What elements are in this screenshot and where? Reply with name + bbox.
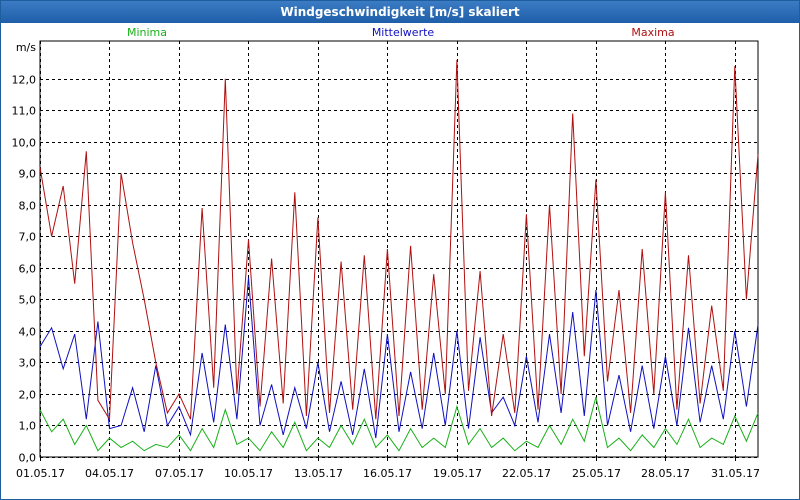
x-tick-label: 07.05.17 (155, 467, 204, 480)
x-tick-label: 28.05.17 (641, 467, 690, 480)
y-tick-label: 1,0 (19, 420, 37, 433)
y-tick-label: 10,0 (12, 137, 37, 150)
y-tick-label: 7,0 (19, 231, 37, 244)
y-tick-label: 3,0 (19, 357, 37, 370)
axes: 0,0 1,0 2,0 3,0 4,0 5,0 6,0 7,0 8,0 9,0 10,0 11,0 12… (12, 40, 760, 480)
series (39, 59, 759, 452)
x-tick-label: 16.05.17 (363, 467, 412, 480)
x-tick-label: 19.05.17 (433, 467, 482, 480)
series-line-maxima (39, 59, 759, 421)
chart-window: Windgeschwindigkeit [m/s] skaliert 0,0 1,… (0, 0, 800, 500)
plot-frame (39, 40, 759, 458)
line-chart: 0,0 1,0 2,0 3,0 4,0 5,0 6,0 7,0 8,0 9,0 10,0 11,0 12… (12, 26, 760, 480)
y-axis-label: m/s (16, 41, 36, 54)
x-tick-label: 01.05.17 (16, 467, 65, 480)
y-tick-label: 6,0 (19, 263, 37, 276)
y-tick-label: 11,0 (12, 105, 37, 118)
y-tick-label: 5,0 (19, 294, 37, 307)
x-tick-label: 22.05.17 (502, 467, 551, 480)
legend-entry-minima: Minima (127, 26, 167, 39)
x-tick-label: 31.05.17 (711, 467, 760, 480)
y-tick-label: 8,0 (19, 200, 37, 213)
y-tick-label: 2,0 (19, 389, 37, 402)
y-tick-label: 0,0 (19, 452, 37, 465)
grid (40, 41, 758, 458)
x-tick-label: 10.05.17 (224, 467, 273, 480)
legend-entry-mittelwerte: Mittelwerte (372, 26, 435, 39)
series-line-minima (39, 396, 759, 452)
y-tick-label: 12,0 (12, 74, 37, 87)
legend-entry-maxima: Maxima (631, 26, 674, 39)
x-tick-label: 25.05.17 (572, 467, 621, 480)
x-tick-label: 13.05.17 (294, 467, 343, 480)
legend: Minima Mittelwerte Maxima (127, 26, 675, 39)
y-tick-label: 9,0 (19, 168, 37, 181)
x-tick-label: 04.05.17 (85, 467, 134, 480)
y-tick-label: 4,0 (19, 326, 37, 339)
